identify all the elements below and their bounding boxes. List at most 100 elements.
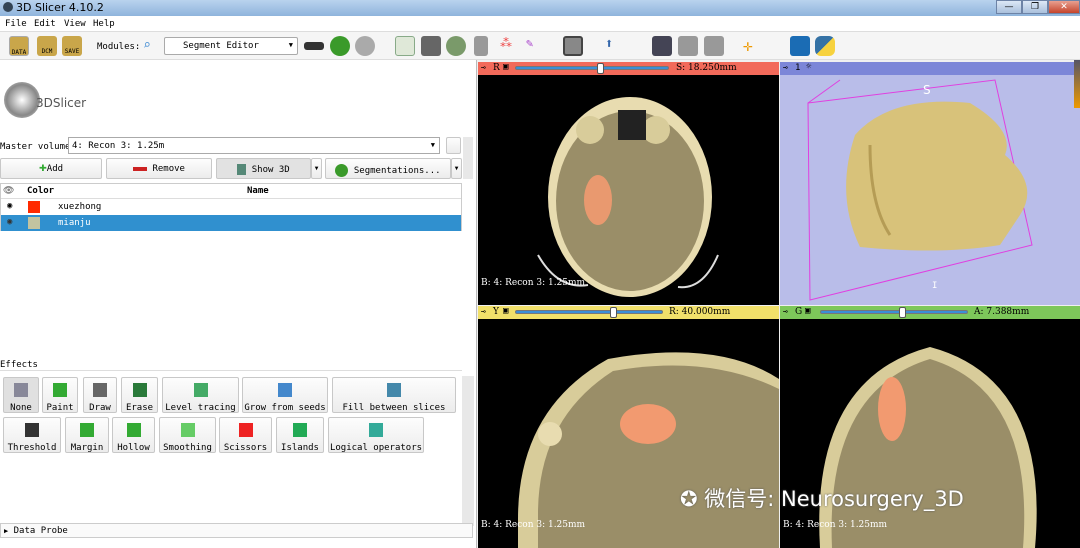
yellow-offset-slider[interactable] (515, 307, 663, 318)
3d-head-render (807, 79, 1033, 301)
maximize-button[interactable]: ❐ (1022, 0, 1048, 14)
slider-thumb[interactable] (899, 307, 906, 318)
show-3d-menu-button[interactable]: ▼ (311, 158, 322, 179)
segmentations-menu-button[interactable]: ▼ (451, 158, 462, 179)
volumes-module-icon[interactable] (421, 36, 441, 56)
segment-name[interactable]: mianju (58, 218, 91, 228)
effect-margin-button[interactable]: Margin (65, 417, 109, 453)
master-volume-select[interactable]: 4: Recon 3: 1.25m ▼ (68, 137, 440, 154)
layout-icon[interactable] (563, 36, 583, 56)
remove-segment-button[interactable]: Remove (106, 158, 212, 179)
models-module-icon[interactable] (446, 36, 466, 56)
effect-grow-from-seeds-button[interactable]: Grow from seeds (242, 377, 328, 413)
effect-label: Grow from seeds (244, 403, 326, 413)
effect-islands-button[interactable]: Islands (276, 417, 324, 453)
red-slice-view[interactable]: B: 4: Recon 3: 1.25mm (478, 75, 779, 305)
watermark-text: 微信号: Neurosurgery_3D (704, 487, 964, 511)
show-3d-button[interactable]: Show 3D (216, 158, 311, 179)
link-icon[interactable]: ▣ (805, 306, 810, 316)
green-slice-view[interactable]: B: 4: Recon 3: 1.25mm (780, 319, 1080, 548)
segmentations-button[interactable]: Segmentations... (325, 158, 451, 179)
add-segment-button[interactable]: ✚Add (0, 158, 102, 179)
level-tracing-icon (193, 383, 208, 397)
table-row[interactable]: ◉ xuezhong (1, 199, 461, 215)
effect-level-tracing-button[interactable]: Level tracing (162, 377, 239, 413)
slider-thumb[interactable] (610, 307, 617, 318)
color-header[interactable]: Color (27, 186, 54, 196)
back-arrow-icon[interactable] (330, 36, 350, 56)
effect-fill-between-slices-button[interactable]: Fill between slices (332, 377, 456, 413)
red-offset-slider[interactable] (515, 63, 669, 74)
panel-scrollbar[interactable] (463, 137, 473, 179)
effect-draw-button[interactable]: Draw (83, 377, 117, 413)
logical-operators-icon (369, 423, 383, 437)
sagittal-ct-image (518, 352, 779, 548)
axial-ct-image (537, 97, 719, 297)
hollow-icon (126, 423, 141, 437)
segment-color-swatch[interactable] (28, 217, 40, 229)
offset-value: S: 18.250mm (676, 63, 737, 73)
module-selector[interactable]: Segment Editor ▼ (164, 37, 298, 55)
menu-edit[interactable]: Edit (34, 19, 56, 29)
logo-text: 3DSlicer (36, 96, 87, 110)
scene-view-icon[interactable] (678, 36, 698, 56)
effect-hollow-button[interactable]: Hollow (112, 417, 155, 453)
forward-arrow-icon[interactable] (355, 36, 375, 56)
cube-icon (237, 164, 247, 175)
effect-smoothing-button[interactable]: Smoothing (159, 417, 216, 453)
pin-icon[interactable]: ⊸ (481, 307, 486, 316)
effect-threshold-button[interactable]: Threshold (3, 417, 61, 453)
menu-view[interactable]: View (64, 19, 86, 29)
menu-file[interactable]: File (5, 19, 27, 29)
data-probe-section[interactable]: ▶ Data Probe (0, 523, 473, 538)
yellow-slice-view[interactable]: B: 4: Recon 3: 1.25mm (478, 319, 779, 548)
pin-icon[interactable]: ⊸ (783, 63, 788, 72)
effect-none-button[interactable]: None (3, 377, 39, 413)
screenshot-icon[interactable] (652, 36, 672, 56)
main-toolbar: DATA DCM SAVE Modules: ⌕ Segment Editor ▼… (0, 32, 1080, 60)
effects-scrollbar[interactable] (462, 376, 474, 526)
arrow-right-icon (335, 164, 349, 177)
effect-erase-button[interactable]: Erase (121, 377, 158, 413)
scene-capture-icon[interactable] (704, 36, 724, 56)
3d-view[interactable]: S I (780, 75, 1080, 305)
minimize-button[interactable]: — (996, 0, 1022, 14)
gear-icon[interactable]: ☼ (806, 62, 811, 72)
segment-color-swatch[interactable] (28, 201, 40, 213)
extension-manager-icon[interactable] (790, 36, 810, 56)
pin-icon[interactable]: ⊸ (783, 307, 788, 316)
name-header[interactable]: Name (247, 186, 269, 196)
table-row-selected[interactable]: ◉ mianju (1, 215, 461, 231)
segment-editor-icon[interactable]: ✎ (526, 36, 546, 56)
markups-icon[interactable]: ⁂ (500, 36, 520, 56)
data-button[interactable]: DATA (9, 36, 29, 56)
effect-label: Hollow (117, 443, 150, 453)
effect-paint-button[interactable]: Paint (42, 377, 78, 413)
slider-thumb[interactable] (597, 63, 604, 74)
master-volume-options-button[interactable] (446, 137, 461, 154)
link-icon[interactable]: ▣ (503, 62, 508, 72)
threshold-icon (25, 423, 39, 437)
menu-bar: File Edit View Help (0, 16, 1080, 32)
segment-name[interactable]: xuezhong (58, 202, 101, 212)
eye-icon[interactable]: ◉ (7, 217, 12, 227)
module-history-icon[interactable] (304, 42, 324, 50)
pin-icon[interactable]: ⊸ (481, 63, 486, 72)
green-offset-slider[interactable] (820, 307, 968, 318)
effect-logical-operators-button[interactable]: Logical operators (328, 417, 424, 453)
transforms-icon[interactable] (474, 36, 488, 56)
close-button[interactable]: ✕ (1048, 0, 1080, 14)
crosshair-arrow-icon[interactable]: ⬆ (605, 36, 625, 56)
eye-icon[interactable]: ◉ (7, 201, 12, 211)
effect-scissors-button[interactable]: Scissors (219, 417, 272, 453)
link-icon[interactable]: ▣ (503, 306, 508, 316)
save-button[interactable]: SAVE (62, 36, 82, 56)
dcm-button[interactable]: DCM (37, 36, 57, 56)
python-icon[interactable] (815, 36, 835, 56)
search-icon[interactable]: ⌕ (143, 38, 151, 53)
coronal-ct-image (819, 347, 1037, 548)
crosshair-icon[interactable]: ✛ (743, 36, 763, 56)
menu-help[interactable]: Help (93, 19, 115, 29)
minus-icon (133, 166, 148, 171)
data-module-icon[interactable] (395, 36, 415, 56)
